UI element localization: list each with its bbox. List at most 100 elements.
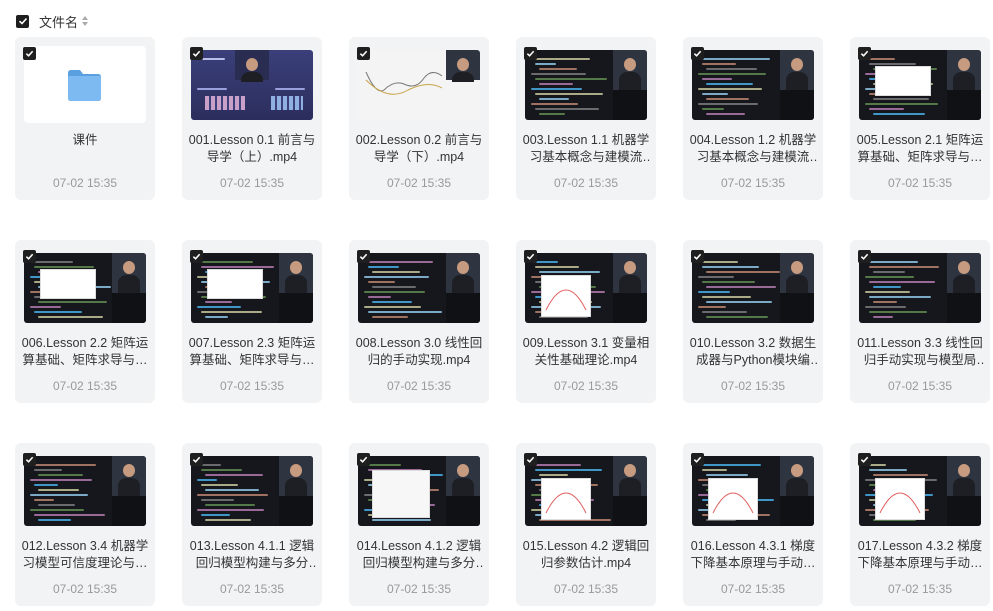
file-card[interactable]: 005.Lesson 2.1 矩阵运算基础、矩阵求导与最小二乘法.mp4 07-0… xyxy=(850,37,990,200)
file-date: 07-02 15:35 xyxy=(887,379,953,393)
file-date: 07-02 15:35 xyxy=(52,379,118,393)
file-card[interactable]: 004.Lesson 1.2 机器学习基本概念与建模流程.mp4 07-02 15… xyxy=(683,37,823,200)
check-icon xyxy=(860,253,869,260)
item-checkbox[interactable] xyxy=(691,250,704,263)
video-thumbnail xyxy=(525,456,647,526)
check-icon xyxy=(192,50,201,57)
item-checkbox[interactable] xyxy=(357,47,370,60)
folder-thumbnail xyxy=(24,46,146,123)
item-checkbox[interactable] xyxy=(858,453,871,466)
file-name[interactable]: 016.Lesson 4.3.1 梯度下降基本原理与手动实现.mp4 xyxy=(689,538,817,572)
select-all-checkbox[interactable] xyxy=(16,14,29,28)
video-thumbnail xyxy=(358,456,480,526)
file-date: 07-02 15:35 xyxy=(720,379,786,393)
video-thumbnail xyxy=(525,50,647,120)
file-date: 07-02 15:35 xyxy=(52,582,118,596)
item-checkbox[interactable] xyxy=(190,453,203,466)
item-checkbox[interactable] xyxy=(23,453,36,466)
item-checkbox[interactable] xyxy=(858,250,871,263)
file-card[interactable]: 002.Lesson 0.2 前言与导学（下）.mp4 07-02 15:35 xyxy=(349,37,489,200)
item-checkbox[interactable] xyxy=(858,47,871,60)
file-name[interactable]: 015.Lesson 4.2 逻辑回归参数估计.mp4 xyxy=(522,538,650,572)
check-icon xyxy=(526,253,535,260)
file-card[interactable]: 006.Lesson 2.2 矩阵运算基础、矩阵求导与最小二乘法.mp4 07-0… xyxy=(15,240,155,403)
file-name[interactable]: 012.Lesson 3.4 机器学习模型可信度理论与交叉验证.mp4 xyxy=(21,538,149,572)
file-date: 07-02 15:35 xyxy=(386,176,452,190)
sort-icon[interactable] xyxy=(81,15,89,27)
folder-icon xyxy=(68,70,101,101)
file-card[interactable]: 001.Lesson 0.1 前言与导学（上）.mp4 07-02 15:35 xyxy=(182,37,322,200)
file-name[interactable]: 010.Lesson 3.2 数据生成器与Python模块编写.mp4 xyxy=(689,335,817,369)
video-thumbnail xyxy=(24,456,146,526)
file-card[interactable]: 008.Lesson 3.0 线性回归的手动实现.mp4 07-02 15:35 xyxy=(349,240,489,403)
file-date: 07-02 15:35 xyxy=(720,582,786,596)
video-thumbnail xyxy=(191,50,313,120)
file-date: 07-02 15:35 xyxy=(386,379,452,393)
file-card[interactable]: 017.Lesson 4.3.2 梯度下降基本原理与手动实现.mp4 07-02 … xyxy=(850,443,990,606)
check-icon xyxy=(359,253,368,260)
item-checkbox[interactable] xyxy=(23,47,36,60)
file-name[interactable]: 001.Lesson 0.1 前言与导学（上）.mp4 xyxy=(188,132,316,166)
file-card[interactable]: 009.Lesson 3.1 变量相关性基础理论.mp4 07-02 15:35 xyxy=(516,240,656,403)
item-checkbox[interactable] xyxy=(524,47,537,60)
file-name[interactable]: 011.Lesson 3.3 线性回归手动实现与模型局限.mp4 xyxy=(856,335,984,369)
file-name[interactable]: 014.Lesson 4.1.2 逻辑回归模型构建与多分类.mp4 xyxy=(355,538,483,572)
file-name[interactable]: 004.Lesson 1.2 机器学习基本概念与建模流程.mp4 xyxy=(689,132,817,166)
check-icon xyxy=(18,17,27,25)
file-card[interactable]: 011.Lesson 3.3 线性回归手动实现与模型局限.mp4 07-02 15… xyxy=(850,240,990,403)
file-card[interactable]: 007.Lesson 2.3 矩阵运算基础、矩阵求导与最小二乘法.mp4 07-0… xyxy=(182,240,322,403)
file-name[interactable]: 002.Lesson 0.2 前言与导学（下）.mp4 xyxy=(355,132,483,166)
check-icon xyxy=(192,253,201,260)
file-card[interactable]: 012.Lesson 3.4 机器学习模型可信度理论与交叉验证.mp4 07-02… xyxy=(15,443,155,606)
file-date: 07-02 15:35 xyxy=(219,176,285,190)
file-name[interactable]: 009.Lesson 3.1 变量相关性基础理论.mp4 xyxy=(522,335,650,369)
file-date: 07-02 15:35 xyxy=(553,379,619,393)
file-date: 07-02 15:35 xyxy=(52,176,118,190)
file-card[interactable]: 015.Lesson 4.2 逻辑回归参数估计.mp4 07-02 15:35 xyxy=(516,443,656,606)
item-checkbox[interactable] xyxy=(190,250,203,263)
file-card[interactable]: 013.Lesson 4.1.1 逻辑回归模型构建与多分类.mp4 07-02 1… xyxy=(182,443,322,606)
list-header: 文件名 xyxy=(16,12,89,30)
video-thumbnail xyxy=(859,50,981,120)
file-card[interactable]: 014.Lesson 4.1.2 逻辑回归模型构建与多分类.mp4 07-02 1… xyxy=(349,443,489,606)
file-card[interactable]: 016.Lesson 4.3.1 梯度下降基本原理与手动实现.mp4 07-02 … xyxy=(683,443,823,606)
file-name[interactable]: 005.Lesson 2.1 矩阵运算基础、矩阵求导与最小二乘法.mp4 xyxy=(856,132,984,166)
file-name[interactable]: 课件 xyxy=(21,132,149,149)
file-date: 07-02 15:35 xyxy=(219,379,285,393)
check-icon xyxy=(526,50,535,57)
item-checkbox[interactable] xyxy=(524,453,537,466)
file-card[interactable]: 003.Lesson 1.1 机器学习基本概念与建模流程.mp4 07-02 15… xyxy=(516,37,656,200)
file-name[interactable]: 007.Lesson 2.3 矩阵运算基础、矩阵求导与最小二乘法.mp4 xyxy=(188,335,316,369)
file-date: 07-02 15:35 xyxy=(219,582,285,596)
file-name[interactable]: 006.Lesson 2.2 矩阵运算基础、矩阵求导与最小二乘法.mp4 xyxy=(21,335,149,369)
file-name[interactable]: 017.Lesson 4.3.2 梯度下降基本原理与手动实现.mp4 xyxy=(856,538,984,572)
file-card[interactable]: 010.Lesson 3.2 数据生成器与Python模块编写.mp4 07-02… xyxy=(683,240,823,403)
column-header-filename[interactable]: 文件名 xyxy=(39,12,78,31)
check-icon xyxy=(693,50,702,57)
file-date: 07-02 15:35 xyxy=(553,176,619,190)
file-date: 07-02 15:35 xyxy=(386,582,452,596)
item-checkbox[interactable] xyxy=(357,453,370,466)
item-checkbox[interactable] xyxy=(524,250,537,263)
video-thumbnail xyxy=(692,253,814,323)
check-icon xyxy=(25,50,34,57)
file-name[interactable]: 003.Lesson 1.1 机器学习基本概念与建模流程.mp4 xyxy=(522,132,650,166)
item-checkbox[interactable] xyxy=(190,47,203,60)
video-thumbnail xyxy=(692,456,814,526)
video-thumbnail xyxy=(358,253,480,323)
check-icon xyxy=(25,253,34,260)
folder-card[interactable]: 课件 07-02 15:35 xyxy=(15,37,155,200)
file-name[interactable]: 013.Lesson 4.1.1 逻辑回归模型构建与多分类.mp4 xyxy=(188,538,316,572)
check-icon xyxy=(359,50,368,57)
file-date: 07-02 15:35 xyxy=(720,176,786,190)
item-checkbox[interactable] xyxy=(23,250,36,263)
check-icon xyxy=(693,456,702,463)
file-name[interactable]: 008.Lesson 3.0 线性回归的手动实现.mp4 xyxy=(355,335,483,369)
item-checkbox[interactable] xyxy=(691,47,704,60)
check-icon xyxy=(860,456,869,463)
item-checkbox[interactable] xyxy=(357,250,370,263)
item-checkbox[interactable] xyxy=(691,453,704,466)
check-icon xyxy=(192,456,201,463)
file-date: 07-02 15:35 xyxy=(553,582,619,596)
video-thumbnail xyxy=(358,50,480,120)
